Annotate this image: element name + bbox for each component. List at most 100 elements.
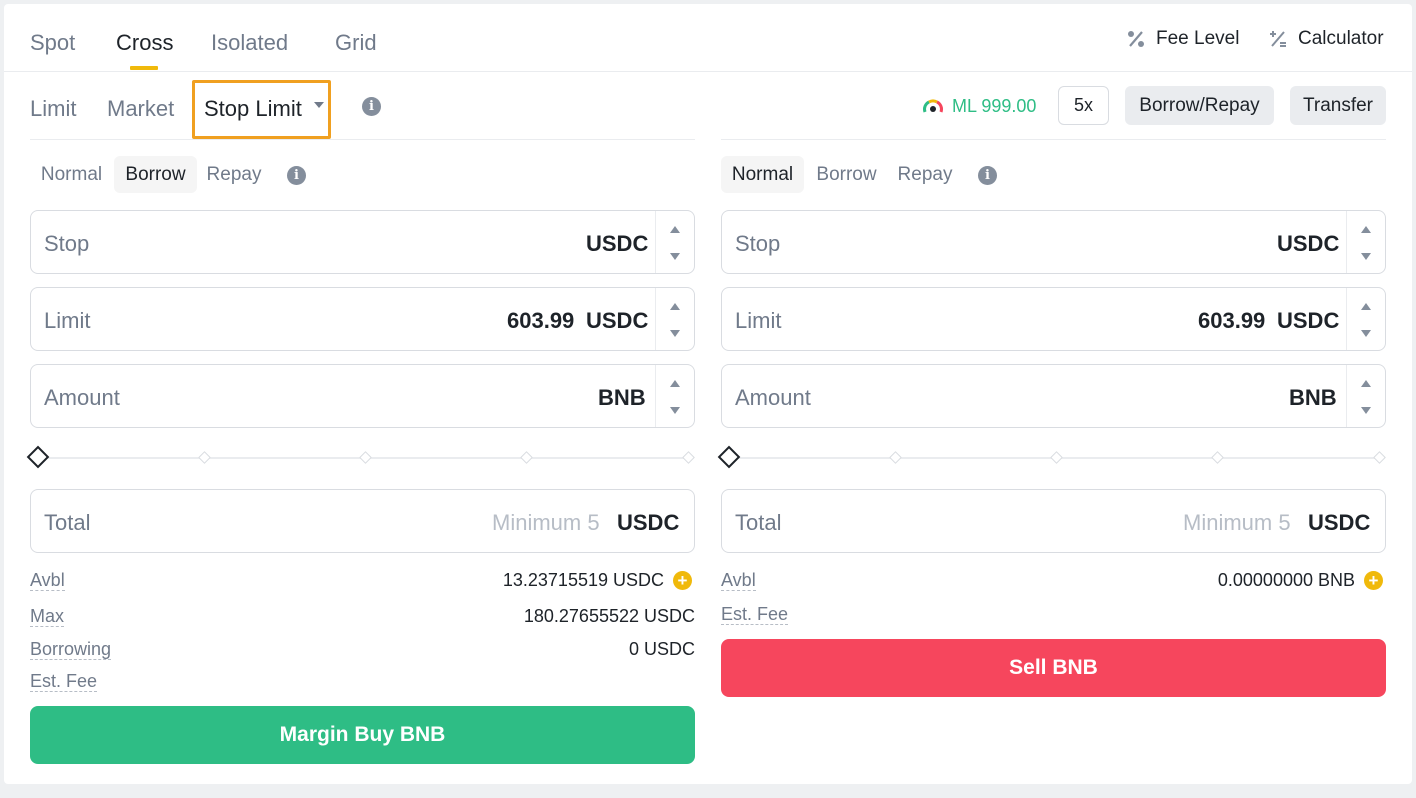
fee-level-link[interactable]: Fee Level [1126, 28, 1239, 50]
market-tabs-bar: Spot Cross Isolated Grid Fee Level Calcu… [4, 4, 1412, 72]
max-value: 180.27655522 USDC [523, 606, 695, 626]
divider [30, 139, 695, 140]
slider-tick[interactable] [682, 451, 695, 464]
field-unit: USDC [586, 308, 649, 333]
decrement-icon[interactable] [670, 407, 680, 414]
sell-mode-repay[interactable]: Repay [889, 156, 961, 193]
slider-handle[interactable] [26, 445, 50, 469]
max-label: Max [30, 606, 65, 627]
percent-icon [1128, 31, 1144, 47]
sell-amount-field[interactable]: Amount BNB [721, 364, 1386, 428]
field-unit: BNB [1289, 385, 1337, 410]
order-tab-stop-limit[interactable]: Stop Limit [204, 96, 302, 122]
gauge-icon [923, 98, 943, 113]
margin-level-value: ML 999.00 [952, 96, 1037, 116]
sell-mode-normal[interactable]: Normal [721, 156, 804, 193]
sell-limit-field[interactable]: Limit 603.99 USDC [721, 287, 1386, 351]
trade-panel: Spot Cross Isolated Grid Fee Level Calcu… [4, 4, 1412, 784]
decrement-icon[interactable] [670, 330, 680, 337]
slider-tick[interactable] [520, 451, 533, 464]
calculator-label: Calculator [1298, 28, 1384, 49]
calculator-icon [1270, 31, 1286, 47]
field-label: Stop [735, 231, 781, 256]
buy-mode-normal[interactable]: Normal [30, 156, 113, 193]
field-label: Amount [44, 385, 120, 410]
buy-mode-repay[interactable]: Repay [198, 156, 270, 193]
tab-grid[interactable]: Grid [335, 30, 377, 56]
field-unit: USDC [586, 231, 649, 256]
sell-total-field[interactable]: Total Minimum 5 USDC [721, 489, 1386, 553]
field-unit: USDC [1277, 308, 1340, 333]
slider-tick[interactable] [198, 451, 211, 464]
buy-limit-field[interactable]: Limit 603.99 USDC [30, 287, 695, 351]
info-icon[interactable]: i [978, 166, 997, 185]
tab-isolated[interactable]: Isolated [211, 30, 288, 56]
field-unit: BNB [598, 385, 646, 410]
slider-tick[interactable] [889, 451, 902, 464]
avbl-label: Avbl [721, 570, 756, 591]
borrowing-value: 0 USDC [628, 639, 695, 659]
increment-icon[interactable] [1361, 303, 1371, 310]
increment-icon[interactable] [670, 303, 680, 310]
avbl-value: 13.23715519 USDC [502, 570, 664, 590]
avbl-value: 0.00000000 BNB [1217, 570, 1355, 590]
decrement-icon[interactable] [1361, 330, 1371, 337]
increment-icon[interactable] [670, 380, 680, 387]
total-placeholder: Minimum 5 [492, 510, 600, 535]
field-unit: USDC [1308, 510, 1371, 535]
stepper [1346, 365, 1385, 427]
info-icon[interactable]: i [362, 97, 381, 116]
field-label: Amount [735, 385, 811, 410]
margin-buy-button[interactable]: Margin Buy BNB [30, 706, 695, 764]
field-label: Total [735, 510, 782, 535]
buy-stop-field[interactable]: Stop USDC [30, 210, 695, 274]
order-tab-limit[interactable]: Limit [30, 96, 76, 122]
chevron-down-icon[interactable] [314, 102, 324, 108]
sell-button[interactable]: Sell BNB [721, 639, 1386, 697]
sell-mode-borrow[interactable]: Borrow [805, 156, 888, 193]
stepper [1346, 288, 1385, 350]
slider-tick[interactable] [1373, 451, 1386, 464]
field-value[interactable]: 603.99 [1198, 308, 1265, 334]
stepper [655, 288, 694, 350]
est-fee-label: Est. Fee [721, 604, 789, 625]
slider-tick[interactable] [1050, 451, 1063, 464]
buy-total-field[interactable]: Total Minimum 5 USDC [30, 489, 695, 553]
borrow-repay-button[interactable]: Borrow/Repay [1125, 86, 1274, 125]
leverage-button[interactable]: 5x [1058, 86, 1109, 125]
field-unit: USDC [1277, 231, 1340, 256]
slider-tick[interactable] [1211, 451, 1224, 464]
add-funds-icon[interactable]: + [1364, 571, 1383, 590]
slider-tick[interactable] [359, 451, 372, 464]
tab-spot[interactable]: Spot [30, 30, 75, 56]
buy-mode-borrow[interactable]: Borrow [114, 156, 197, 193]
increment-icon[interactable] [1361, 380, 1371, 387]
info-icon[interactable]: i [287, 166, 306, 185]
increment-icon[interactable] [670, 226, 680, 233]
stepper [1346, 211, 1385, 273]
field-label: Stop [44, 231, 90, 256]
margin-level[interactable]: ML 999.00 [922, 96, 1036, 117]
total-placeholder: Minimum 5 [1183, 510, 1291, 535]
divider [721, 139, 1386, 140]
transfer-button[interactable]: Transfer [1290, 86, 1386, 125]
tab-cross[interactable]: Cross [116, 30, 173, 56]
order-tab-market[interactable]: Market [107, 96, 174, 122]
slider-handle[interactable] [717, 445, 741, 469]
sell-stop-field[interactable]: Stop USDC [721, 210, 1386, 274]
fee-level-label: Fee Level [1156, 28, 1240, 49]
field-label: Limit [44, 308, 91, 333]
calculator-link[interactable]: Calculator [1268, 28, 1384, 50]
buy-amount-field[interactable]: Amount BNB [30, 364, 695, 428]
add-funds-icon[interactable]: + [673, 571, 692, 590]
increment-icon[interactable] [1361, 226, 1371, 233]
field-value[interactable]: 603.99 [507, 308, 574, 334]
field-label: Total [44, 510, 91, 535]
stepper [655, 365, 694, 427]
decrement-icon[interactable] [1361, 407, 1371, 414]
decrement-icon[interactable] [670, 253, 680, 260]
stepper [655, 211, 694, 273]
borrowing-label: Borrowing [30, 639, 112, 660]
decrement-icon[interactable] [1361, 253, 1371, 260]
active-tab-indicator [130, 66, 158, 70]
